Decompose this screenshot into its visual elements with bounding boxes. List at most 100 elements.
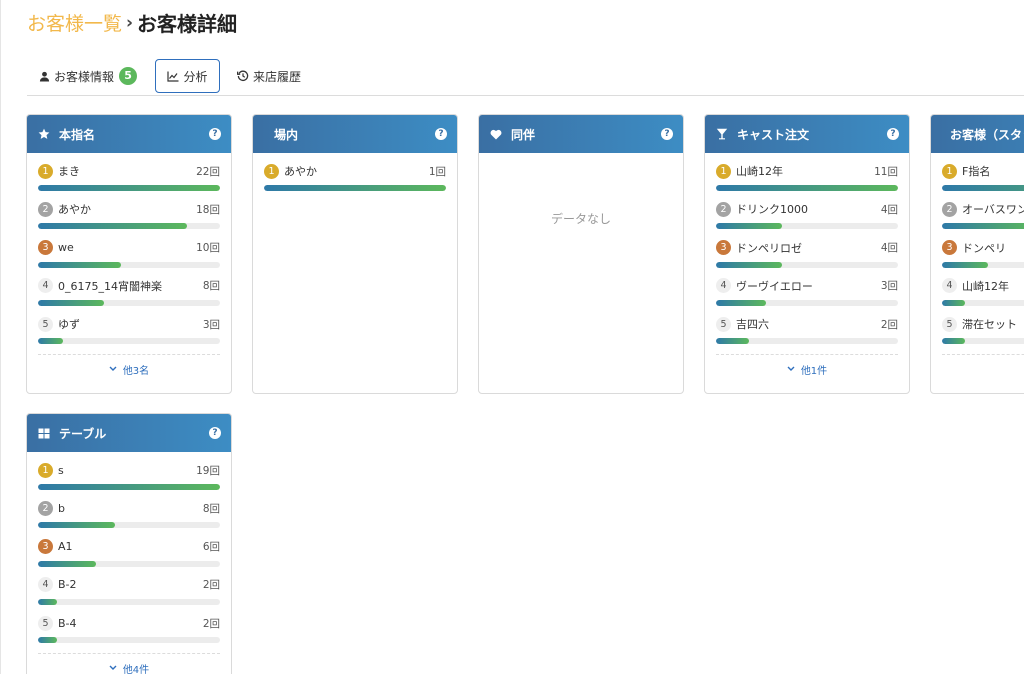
ranking-list: 1 まき 22回 2 あやか 18回 3 we 10回 4 0_6175_14宵闇神楽 8回 5 ゆず 3回 [27,153,231,354]
ranking-item: 5 吉四六 2回 [716,316,898,354]
help-icon[interactable]: ? [209,427,221,439]
progress-bar-fill [38,261,121,268]
breadcrumb-customer-list-link[interactable]: お客様一覧 [27,9,122,36]
ranking-item-name: 滞在セット [962,318,1017,332]
help-icon[interactable]: ? [435,128,447,140]
tab-customer-info[interactable]: お客様情報 5 [39,59,138,93]
card-title: 本指名 [59,127,96,142]
rank-number-badge: 2 [942,201,957,217]
ranking-item-name: ヴーヴイエロー [736,279,813,293]
progress-bar-track [38,522,220,529]
progress-bar-fill [38,598,58,605]
ranking-item-count: 6回 [202,541,220,554]
ranking-item-count: 4回 [880,203,898,216]
ranking-row: 4 0_6175_14宵闇神楽 8回 [38,278,220,294]
ranking-item-name: we [58,241,74,255]
table-grid-icon [38,428,52,439]
progress-bar-fill [38,223,187,230]
ranking-item-count: 3回 [202,318,220,331]
rank-number-badge: 5 [38,615,53,631]
card-title: テーブル [59,426,107,441]
ranking-item-name: A1 [58,540,73,554]
tab-visit-history-label: 来店履歴 [253,69,302,84]
ranking-item-count: 2回 [202,579,220,592]
ranking-item-name: F指名 [962,165,991,178]
help-icon[interactable]: ? [661,128,673,140]
ranking-row: 1 s 19回 [38,462,220,478]
rank-number-badge: 4 [38,577,53,593]
progress-bar-track [942,185,1024,191]
progress-bar-track [716,223,898,230]
show-more-button[interactable] [942,354,1024,383]
rank-number-badge: 3 [38,240,53,256]
breadcrumb: お客様一覧 › お客様詳細 [27,8,237,37]
ranking-list: 1 あやか 1回 [253,153,457,201]
progress-bar-fill [38,299,105,306]
page-title: お客様詳細 [137,12,238,36]
progress-bar-fill [942,299,965,306]
help-icon[interactable]: ? [887,128,899,140]
card-title: 同伴 [511,127,536,142]
ranking-item-name: s [58,463,64,477]
ranking-row: 4 山崎12年 [942,278,1024,294]
ranking-item: 1 あやか 1回 [264,163,446,201]
ranking-row: 2 オーバスワン [942,201,1024,217]
progress-bar-fill [716,223,783,230]
progress-bar-fill [942,223,1024,230]
show-more-button[interactable]: 他1件 [716,354,898,383]
history-icon [237,70,249,82]
progress-bar-fill [716,261,783,268]
ranking-list: 1 F指名 2 オーバスワン 3 ドンペリ 4 山崎12年 5 滞在セット [931,153,1024,354]
ranking-item-name: オーバスワン [962,203,1024,217]
ranking-item: 2 b 8回 [38,500,220,538]
tab-visit-history[interactable]: 来店履歴 [237,59,301,93]
analysis-page: お客様一覧 › お客様詳細 お客様情報 5 分析 来店履歴 本指名 ? 1 まき… [0,0,1024,674]
progress-bar-track [942,338,1024,345]
ranking-item-name: 0_6175_14宵闇神楽 [58,279,162,293]
rank-number-badge: 2 [38,201,53,217]
ranking-item-count: 11回 [874,165,898,178]
ranking-item-name: b [58,501,65,515]
ranking-item: 3 we 10回 [38,240,220,278]
show-more-button[interactable]: 他4件 [38,653,220,674]
progress-bar-track [38,185,220,191]
card-customer-order: お客様（スタッフ注文） 1 F指名 2 オーバスワン 3 ドンペリ 4 山崎12年 5 滞在セット [930,114,1024,394]
progress-bar-track [942,223,1024,230]
ranking-item-count: 22回 [196,165,220,178]
ranking-row: 2 ドリンク1000 4回 [716,201,898,217]
show-more-button[interactable]: 他3名 [38,354,220,383]
ranking-row: 4 B-2 2回 [38,577,220,593]
progress-bar-fill [38,637,58,644]
rank-number-badge: 5 [38,316,53,332]
ranking-row: 3 A1 6回 [38,539,220,555]
progress-bar-fill [716,338,750,345]
progress-bar-fill [38,484,220,490]
rank-number-badge: 1 [38,163,53,179]
rank-number-badge: 4 [716,278,731,294]
progress-bar-track [38,338,220,345]
ranking-row: 5 B-4 2回 [38,615,220,631]
ranking-item: 4 B-2 2回 [38,577,220,615]
progress-bar-track [942,299,1024,306]
help-icon[interactable]: ? [209,128,221,140]
tab-analysis[interactable]: 分析 [155,59,220,93]
card-header: 場内 ? [253,115,457,153]
ranking-item: 4 0_6175_14宵闇神楽 8回 [38,278,220,316]
tab-customer-info-label: お客様情報 [54,69,115,84]
progress-bar-fill [716,185,898,191]
progress-bar-track [38,598,220,605]
progress-bar-fill [942,185,1024,191]
progress-bar-track [38,299,220,306]
heart-icon [490,129,504,140]
progress-bar-track [38,223,220,230]
ranking-item-name: 吉四六 [736,318,769,332]
progress-bar-track [38,560,220,567]
ranking-item-name: あやか [58,203,91,217]
cocktail-icon [716,128,730,140]
ranking-item: 2 ドリンク1000 4回 [716,201,898,239]
progress-bar-fill [942,261,988,268]
card-header: テーブル ? [27,414,231,452]
ranking-item: 1 s 19回 [38,462,220,500]
rank-number-badge: 1 [716,163,731,179]
ranking-row: 2 b 8回 [38,500,220,516]
